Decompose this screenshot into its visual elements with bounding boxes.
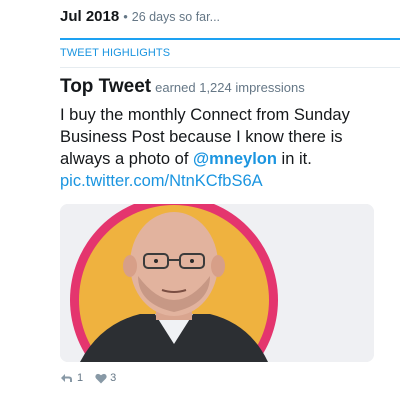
period-separator: • xyxy=(123,9,128,24)
mention-link[interactable]: @mneylon xyxy=(193,150,277,168)
like-count: 3 xyxy=(110,372,117,384)
period-days-note: 26 days so far... xyxy=(131,10,221,24)
header-divider xyxy=(60,38,400,40)
retweet-icon xyxy=(61,374,72,382)
tweet-photo[interactable] xyxy=(60,204,374,362)
media-link[interactable]: pic.twitter.com/NtnKCfbS6A xyxy=(60,172,263,190)
retweet-count: 1 xyxy=(77,372,84,384)
top-tweet-header: Top Tweet earned 1,224 impressions xyxy=(60,76,305,98)
tweet-highlights-card: Jul 2018 • 26 days so far... TWEET HIGHLIG… xyxy=(0,0,400,400)
period-header: Jul 2018 • 26 days so far... xyxy=(60,8,220,25)
tweet-text: I buy the monthly Connect from Sunday Bu… xyxy=(60,104,380,192)
top-tweet-title: Top Tweet xyxy=(60,76,152,97)
photo-image xyxy=(60,204,374,362)
heart-icon xyxy=(95,373,107,383)
tweet-actions: 1 3 xyxy=(60,372,116,384)
section-label: TWEET HIGHLIGHTS xyxy=(60,47,171,59)
impressions-text: earned 1,224 impressions xyxy=(155,80,305,95)
period-month: Jul 2018 xyxy=(60,8,120,25)
tweet-text-tail: in it. xyxy=(281,150,312,168)
section-divider xyxy=(60,67,400,68)
retweet-button[interactable]: 1 xyxy=(60,372,83,384)
like-button[interactable]: 3 xyxy=(95,372,116,384)
